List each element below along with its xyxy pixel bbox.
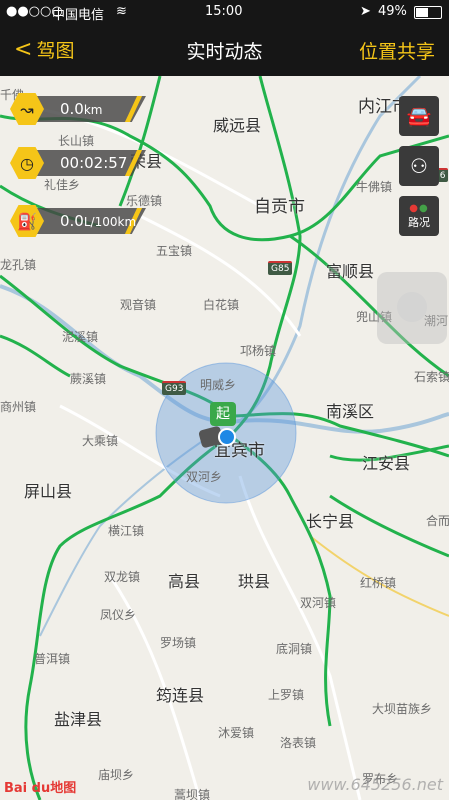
place-label: 合而 [426, 514, 449, 528]
place-label: 大坝苗族乡 [372, 702, 433, 716]
place-label: 自贡市 [254, 197, 305, 217]
car-icon: 🚘 [406, 104, 432, 128]
car-mode-button[interactable]: 🚘 [399, 96, 439, 136]
place-label: 石索镇 [414, 370, 449, 384]
place-label: 牛佛镇 [356, 180, 393, 194]
fuel-value: 0.0 [60, 212, 84, 230]
place-label: 罗场镇 [160, 636, 197, 650]
place-label: 珙县 [238, 572, 271, 591]
distance-value: 0.0 [60, 100, 84, 118]
fuel-unit: L/100km [83, 215, 137, 229]
map-drag-handle[interactable] [377, 272, 447, 344]
traffic-light-icon: ●● [409, 202, 429, 214]
location-arrow-icon: ➤ [360, 4, 371, 19]
place-label: 双河乡 [186, 470, 223, 484]
place-label: 屏山县 [24, 482, 73, 501]
person-location-button[interactable]: ⚇ [399, 146, 439, 186]
place-label: 凤仪乡 [100, 608, 137, 622]
place-label: 商州镇 [0, 400, 37, 414]
distance-unit: km [83, 103, 103, 117]
place-label: 普洱镇 [34, 652, 71, 666]
place-label: 沐爱镇 [218, 726, 255, 740]
place-label: 庙坝乡 [98, 768, 135, 782]
share-location-button[interactable]: 位置共享 [359, 37, 435, 64]
place-label: 蕨溪镇 [70, 372, 107, 386]
place-label: 邛杨镇 [240, 344, 277, 358]
place-label: 礼佳乡 [44, 178, 81, 192]
place-label: 明威乡 [200, 378, 237, 392]
place-label: 上罗镇 [268, 688, 305, 702]
carrier-label: 中国电信 [52, 8, 105, 23]
place-label: 泥溪镇 [62, 330, 99, 344]
start-marker[interactable]: 起 [210, 402, 236, 426]
baidu-map-logo: Bai du地图 [4, 781, 77, 796]
highway-shield: G85 [268, 261, 293, 275]
place-label: 威远县 [213, 116, 262, 135]
highway-shield: G93 [162, 381, 187, 395]
place-label: 观音镇 [120, 298, 157, 312]
place-label: 江安县 [362, 454, 411, 473]
place-label: 盐津县 [54, 710, 103, 729]
place-label: 大乘镇 [82, 434, 119, 448]
current-location-dot [218, 428, 236, 446]
status-bar: ●●○○○ 中国电信 ≋ 15:00 ➤ 49% [0, 0, 449, 24]
place-label: 蒿坝镇 [174, 788, 211, 800]
place-label: 南溪区 [326, 402, 375, 421]
place-label: 底洞镇 [276, 642, 313, 656]
place-label: 红桥镇 [360, 576, 397, 590]
place-label: 洛表镇 [280, 736, 317, 750]
place-label: 长宁县 [306, 512, 355, 531]
battery-icon [414, 6, 442, 19]
place-label: 白花镇 [203, 298, 240, 312]
nav-bar: < 驾图 实时动态 位置共享 [0, 24, 449, 76]
traffic-button[interactable]: ●● 路况 [399, 196, 439, 236]
clock: 15:00 [205, 4, 243, 19]
place-label: 双河镇 [300, 596, 337, 610]
person-pin-icon: ⚇ [410, 154, 428, 178]
place-label: 横江镇 [108, 524, 145, 538]
traffic-label: 路况 [408, 215, 430, 229]
place-label: 双龙镇 [104, 570, 141, 584]
duration-value: 00:02:57 [60, 154, 128, 172]
watermark: www.645256.net [307, 775, 443, 794]
place-label: 高县 [168, 572, 201, 591]
place-label: 筠连县 [156, 686, 205, 705]
map-view[interactable]: G85 G93 G76 威远县 内江市 自贡市 荣县 富顺县 宜宾市 南溪区 江… [0, 76, 449, 800]
place-label: 长山镇 [58, 134, 95, 148]
battery-percent: 49% [378, 4, 407, 19]
wifi-icon: ≋ [116, 4, 127, 19]
place-label: 乐德镇 [126, 194, 163, 208]
place-label: 富顺县 [326, 262, 375, 281]
place-label: 龙孔镇 [0, 258, 37, 272]
place-label: 五宝镇 [156, 244, 193, 258]
